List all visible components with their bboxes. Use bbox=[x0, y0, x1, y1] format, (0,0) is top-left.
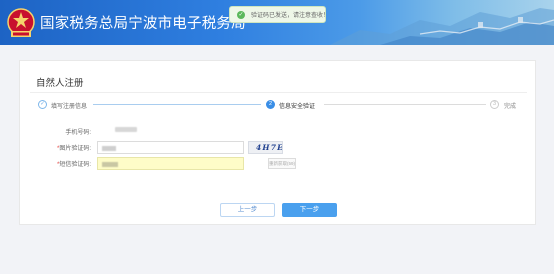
step-2-number: 2 bbox=[266, 100, 275, 109]
step-2-label: 信息安全验证 bbox=[279, 104, 316, 110]
phone-label: 手机号码: bbox=[65, 130, 91, 136]
captcha-text: 4H7E bbox=[256, 143, 283, 152]
step-3-number: 3 bbox=[490, 100, 499, 109]
step-connector-1 bbox=[93, 104, 261, 105]
step-1-done-icon: ✓ bbox=[38, 100, 47, 109]
site-title: 国家税务总局宁波市电子税务局 bbox=[40, 16, 246, 32]
sms-sent-toast: ✓ 验证码已发送，请注意查收！ bbox=[229, 6, 330, 23]
step-connector-2 bbox=[324, 104, 486, 105]
toast-message: 验证码已发送，请注意查收！ bbox=[251, 13, 330, 19]
image-code-label-text: 图片验证码: bbox=[59, 146, 91, 152]
captcha-image[interactable]: 4H7E bbox=[248, 141, 283, 154]
phone-value-masked bbox=[115, 127, 137, 132]
tax-emblem-logo bbox=[7, 8, 35, 37]
sms-code-label-text: 短信验证码: bbox=[59, 162, 91, 168]
sms-code-label: *短信验证码: bbox=[31, 159, 91, 168]
step-1-label: 填写注册信息 bbox=[51, 104, 88, 110]
image-code-label: *图片验证码: bbox=[31, 143, 91, 152]
input-value-masked bbox=[102, 161, 118, 167]
input-value-masked bbox=[102, 145, 116, 151]
page-title: 自然人注册 bbox=[36, 78, 84, 89]
resend-sms-button[interactable]: 重新获取(59) bbox=[268, 158, 296, 169]
image-code-input[interactable] bbox=[97, 141, 244, 154]
register-card: 自然人注册 ✓ 填写注册信息 2 信息安全验证 3 完成 手机号码: *图片验证… bbox=[19, 60, 536, 225]
prev-step-button[interactable]: 上一步 bbox=[220, 203, 275, 217]
title-divider bbox=[30, 92, 527, 93]
sms-code-input[interactable] bbox=[97, 157, 244, 170]
check-circle-icon: ✓ bbox=[237, 10, 245, 19]
step-3-label: 完成 bbox=[504, 104, 517, 110]
next-step-button[interactable]: 下一步 bbox=[282, 203, 337, 217]
